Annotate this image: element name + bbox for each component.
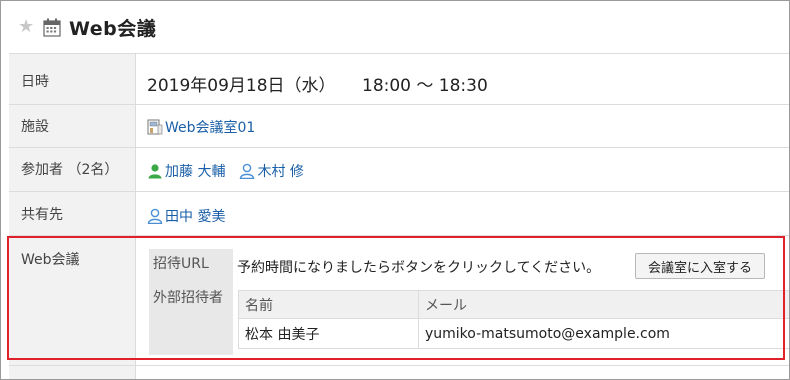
star-icon[interactable]: ★ bbox=[18, 18, 36, 36]
row-divider bbox=[9, 365, 789, 366]
title-bar: ★ Web会議 bbox=[1, 1, 789, 53]
user-icon bbox=[147, 208, 163, 224]
highlight-box bbox=[7, 236, 785, 360]
user-icon bbox=[240, 163, 255, 179]
user-icon bbox=[148, 164, 162, 179]
shared-list: 田中 愛美 bbox=[147, 206, 225, 226]
facility-icon bbox=[147, 119, 163, 135]
facility-item: Web会議室01 bbox=[147, 117, 255, 137]
event-date: 2019年09月18日（水） bbox=[147, 76, 336, 96]
row-divider bbox=[9, 53, 789, 54]
row-divider bbox=[9, 191, 789, 192]
shared-user-link[interactable]: 田中 愛美 bbox=[165, 206, 225, 226]
shared-label: 共有先 bbox=[21, 207, 63, 223]
participant-link[interactable]: 加藤 大輔 bbox=[165, 161, 225, 181]
row-divider bbox=[9, 104, 789, 105]
event-detail-panel: ★ Web会議 日時 2019年09月18日（水） 18:00 ～ 18:30 … bbox=[0, 0, 790, 380]
calendar-icon bbox=[43, 18, 61, 37]
participants-label: 参加者 （2名） bbox=[21, 162, 119, 178]
row-divider bbox=[9, 147, 789, 148]
participants-list: 加藤 大輔 木村 修 bbox=[147, 161, 304, 181]
facility-label: 施設 bbox=[21, 119, 49, 135]
facility-link[interactable]: Web会議室01 bbox=[165, 117, 255, 137]
page-title: Web会議 bbox=[69, 18, 157, 40]
datetime-label: 日時 bbox=[21, 74, 49, 90]
event-time-range: 18:00 ～ 18:30 bbox=[362, 76, 488, 96]
participant-link[interactable]: 木村 修 bbox=[257, 161, 303, 181]
